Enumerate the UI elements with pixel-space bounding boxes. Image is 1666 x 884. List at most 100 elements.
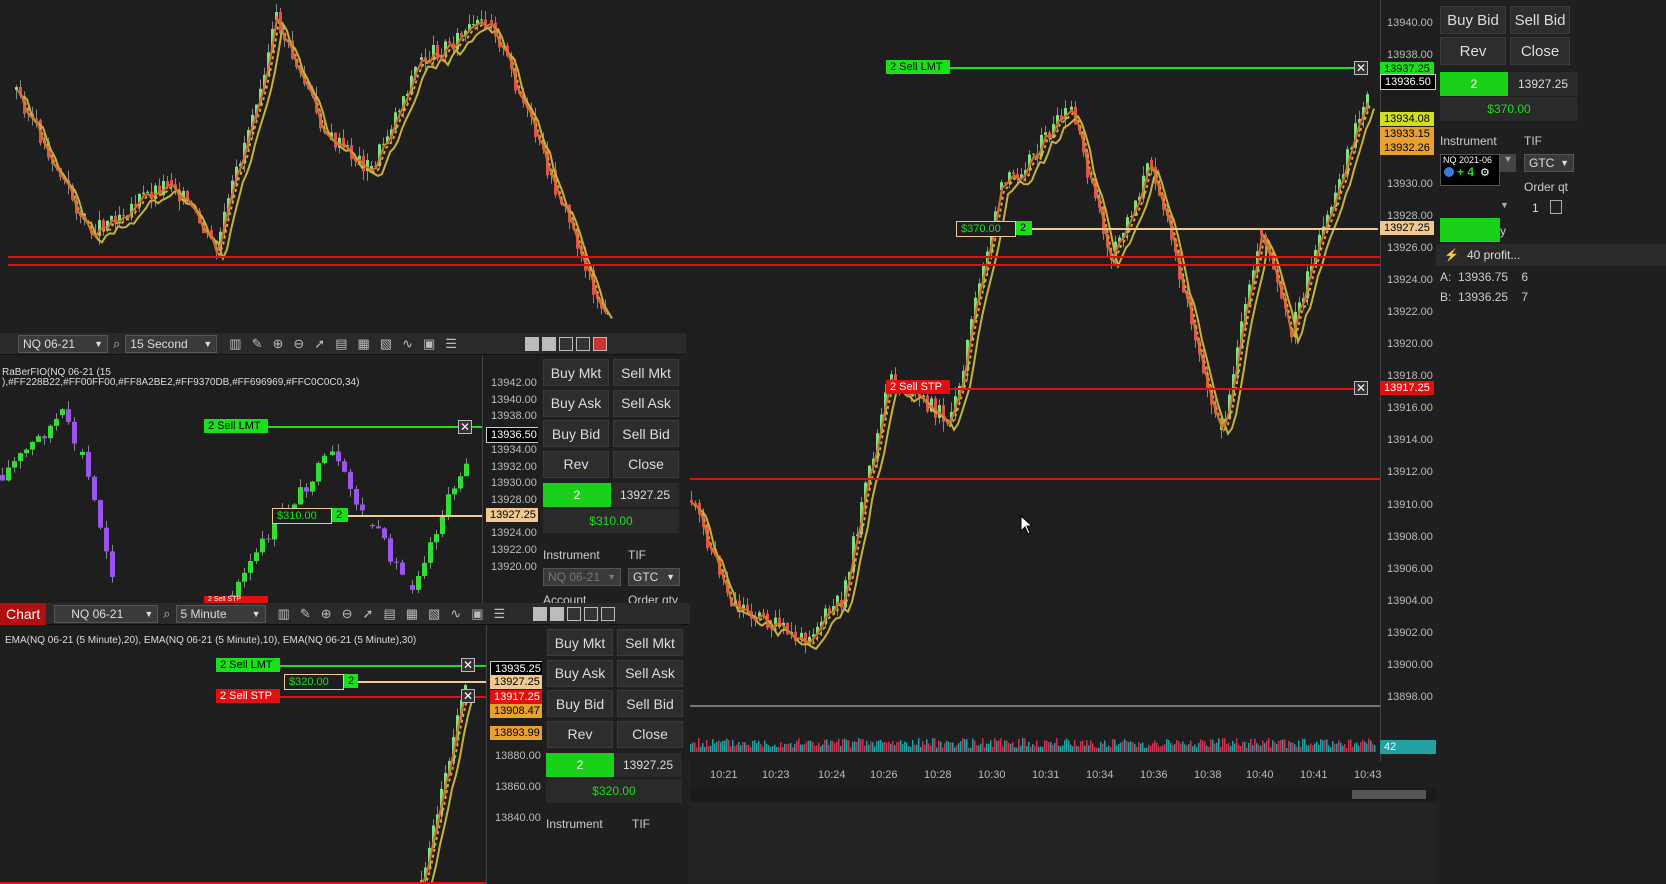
list-icon[interactable]: ☰	[445, 336, 457, 352]
templates-icon[interactable]: ▣	[423, 336, 435, 352]
main-time-axis[interactable]: 10:21 10:23 10:24 10:26 10:28 10:30 10:31 10:34…	[690, 762, 1436, 788]
pencil-icon[interactable]: ✎	[300, 606, 311, 622]
properties-icon[interactable]: ▤	[383, 606, 395, 622]
buy-bid-button[interactable]: Buy Bid	[1440, 6, 1506, 34]
chart3-close-button[interactable]: Close	[617, 720, 683, 748]
instrument-dropdown-icon[interactable]: ▼	[1500, 154, 1516, 172]
horizontal-scrollbar[interactable]	[690, 788, 1436, 802]
rev-button[interactable]: Rev	[1440, 37, 1506, 65]
chart2-tif-select[interactable]: GTC ▼	[628, 568, 680, 586]
pencil-icon[interactable]: ✎	[252, 336, 263, 352]
chart3-buy-bid-button[interactable]: Buy Bid	[547, 690, 613, 717]
chart2-price-plot[interactable]	[0, 355, 482, 605]
chart3-interval-select[interactable]: 5 Minute ▼	[175, 604, 266, 623]
chart3-buy-mkt-button[interactable]: Buy Mkt	[547, 629, 613, 656]
chart2-instrument-select-2[interactable]: NQ 06-21 ▼	[543, 568, 621, 586]
chart3-buy-ask-button[interactable]: Buy Ask	[547, 659, 613, 687]
chart3-tile-icon[interactable]	[533, 606, 548, 621]
chart2-pnl-label[interactable]: $310.00	[272, 508, 332, 524]
chart3-sell-lmt-line[interactable]	[280, 665, 486, 667]
chart2-qty-label[interactable]: 2	[332, 508, 348, 522]
zoom-out-icon[interactable]: ⊖	[293, 336, 304, 352]
chart3-sell-bid-button[interactable]: Sell Bid	[617, 690, 683, 717]
chart2-maximize-icon[interactable]	[575, 336, 590, 351]
chart2-sell-lmt-line[interactable]	[268, 426, 482, 428]
chart2-minimize-icon[interactable]	[558, 336, 573, 351]
instrument-selector[interactable]: NQ 2021-06 + 4 ⚙	[1440, 154, 1500, 186]
chart3-qty-label[interactable]: 2	[344, 674, 358, 688]
chart3-pnl-label[interactable]: $320.00	[284, 674, 344, 690]
chart3-position-line[interactable]	[358, 681, 486, 683]
chart2-sell-stp-label[interactable]: 2 Sell STP	[204, 596, 268, 603]
data-box-icon[interactable]: ▦	[358, 336, 370, 352]
chart2-buy-mkt-button[interactable]: Buy Mkt	[543, 359, 609, 386]
chart2-price-axis[interactable]: 13942.0013940.0013938.0013936.0013934.00…	[482, 355, 538, 603]
search-icon[interactable]: ⌕	[163, 606, 170, 622]
chart3-close-icon[interactable]	[601, 606, 616, 621]
atm-strategy-select[interactable]: ⚡ 40 profit...	[1436, 244, 1666, 266]
position-line[interactable]	[1032, 228, 1378, 230]
zoom-out-icon[interactable]: ⊖	[342, 606, 353, 622]
zoom-in-icon[interactable]: ⊕	[321, 606, 332, 622]
chart2-plot[interactable]: RaBerFIO(NQ 06-21 (15 ),#FF228B22,#FF00F…	[0, 355, 482, 605]
properties-icon[interactable]: ▤	[335, 336, 347, 352]
chart3-tile2-icon[interactable]	[550, 606, 565, 621]
order-qty-input[interactable]: 1	[1532, 201, 1539, 215]
data-box-icon[interactable]: ▦	[406, 606, 418, 622]
pointer-icon[interactable]: ➚	[363, 606, 374, 622]
chart3-instrument-select[interactable]: NQ 06-21 ▼	[54, 604, 159, 623]
chart2-tile2-icon[interactable]	[541, 336, 556, 351]
chart3-rev-button[interactable]: Rev	[547, 720, 613, 748]
zoom-in-icon[interactable]: ⊕	[272, 336, 283, 352]
position-qty-label[interactable]: 2	[1016, 221, 1032, 235]
close-button[interactable]: Close	[1510, 37, 1570, 65]
chart2-buy-ask-button[interactable]: Buy Ask	[543, 389, 609, 417]
sell-bid-button[interactable]: Sell Bid	[1510, 6, 1570, 34]
search-icon[interactable]: ⌕	[113, 336, 120, 352]
chart3-sell-lmt-label[interactable]: 2 Sell LMT	[216, 658, 280, 672]
chart3-sell-stp-line[interactable]	[280, 696, 486, 698]
chart3-cancel-stp-icon[interactable]: ✕	[461, 689, 475, 703]
bars-icon[interactable]: ▥	[278, 606, 290, 622]
list-icon[interactable]: ☰	[494, 606, 506, 622]
chart3-tab[interactable]: Chart	[0, 602, 47, 625]
tif-select[interactable]: GTC ▼	[1524, 154, 1574, 172]
chart2-buy-bid-button[interactable]: Buy Bid	[543, 420, 609, 447]
chart2-cancel-lmt-icon[interactable]: ✕	[458, 420, 472, 434]
chart2-tile-icon[interactable]	[524, 336, 539, 351]
chart3-sell-ask-button[interactable]: Sell Ask	[617, 659, 683, 687]
sell-stp-line[interactable]	[950, 388, 1362, 390]
chart3-sell-mkt-button[interactable]: Sell Mkt	[617, 629, 683, 656]
chart2-sell-lmt-label[interactable]: 2 Sell LMT	[204, 419, 268, 433]
account-dropdown-icon[interactable]: ▼	[1500, 200, 1516, 216]
chart3-minimize-icon[interactable]	[567, 606, 582, 621]
bars-icon[interactable]: ▥	[229, 336, 241, 352]
sell-stp-order-label[interactable]: 2 Sell STP	[886, 380, 950, 394]
pointer-icon[interactable]: ➚	[314, 336, 325, 352]
sell-lmt-order-label[interactable]: 2 Sell LMT	[886, 60, 950, 74]
cancel-sell-lmt-icon[interactable]: ✕	[1354, 61, 1368, 75]
gear-icon[interactable]: ⚙	[1480, 166, 1490, 179]
cancel-sell-stp-icon[interactable]: ✕	[1354, 381, 1368, 395]
indicators-icon[interactable]: ∿	[450, 606, 461, 622]
indicators-icon[interactable]: ∿	[402, 336, 413, 352]
chart2-sell-mkt-button[interactable]: Sell Mkt	[613, 359, 679, 386]
chart2-close-icon[interactable]	[592, 336, 607, 351]
account-box[interactable]	[1440, 218, 1500, 242]
chart2-close-button[interactable]: Close	[613, 450, 679, 478]
chart2-sell-ask-button[interactable]: Sell Ask	[613, 389, 679, 417]
sell-lmt-line[interactable]	[950, 67, 1362, 69]
chart-style-icon[interactable]: ▧	[380, 336, 392, 352]
templates-icon[interactable]: ▣	[471, 606, 483, 622]
chart3-cancel-lmt-icon[interactable]: ✕	[461, 658, 475, 672]
position-pnl-label[interactable]: $370.00	[956, 221, 1016, 237]
chart3-sell-stp-label[interactable]: 2 Sell STP	[216, 689, 280, 703]
chart2-position-line[interactable]	[348, 515, 482, 517]
chart3-maximize-icon[interactable]	[584, 606, 599, 621]
calculator-icon[interactable]	[1550, 200, 1562, 214]
chart2-instrument-select[interactable]: NQ 06-21 ▼	[18, 334, 108, 353]
chart2-interval-select[interactable]: 15 Second ▼	[125, 334, 218, 353]
chart-style-icon[interactable]: ▧	[428, 606, 440, 622]
chart2-sell-bid-button[interactable]: Sell Bid	[613, 420, 679, 447]
chart2-rev-button[interactable]: Rev	[543, 450, 609, 478]
